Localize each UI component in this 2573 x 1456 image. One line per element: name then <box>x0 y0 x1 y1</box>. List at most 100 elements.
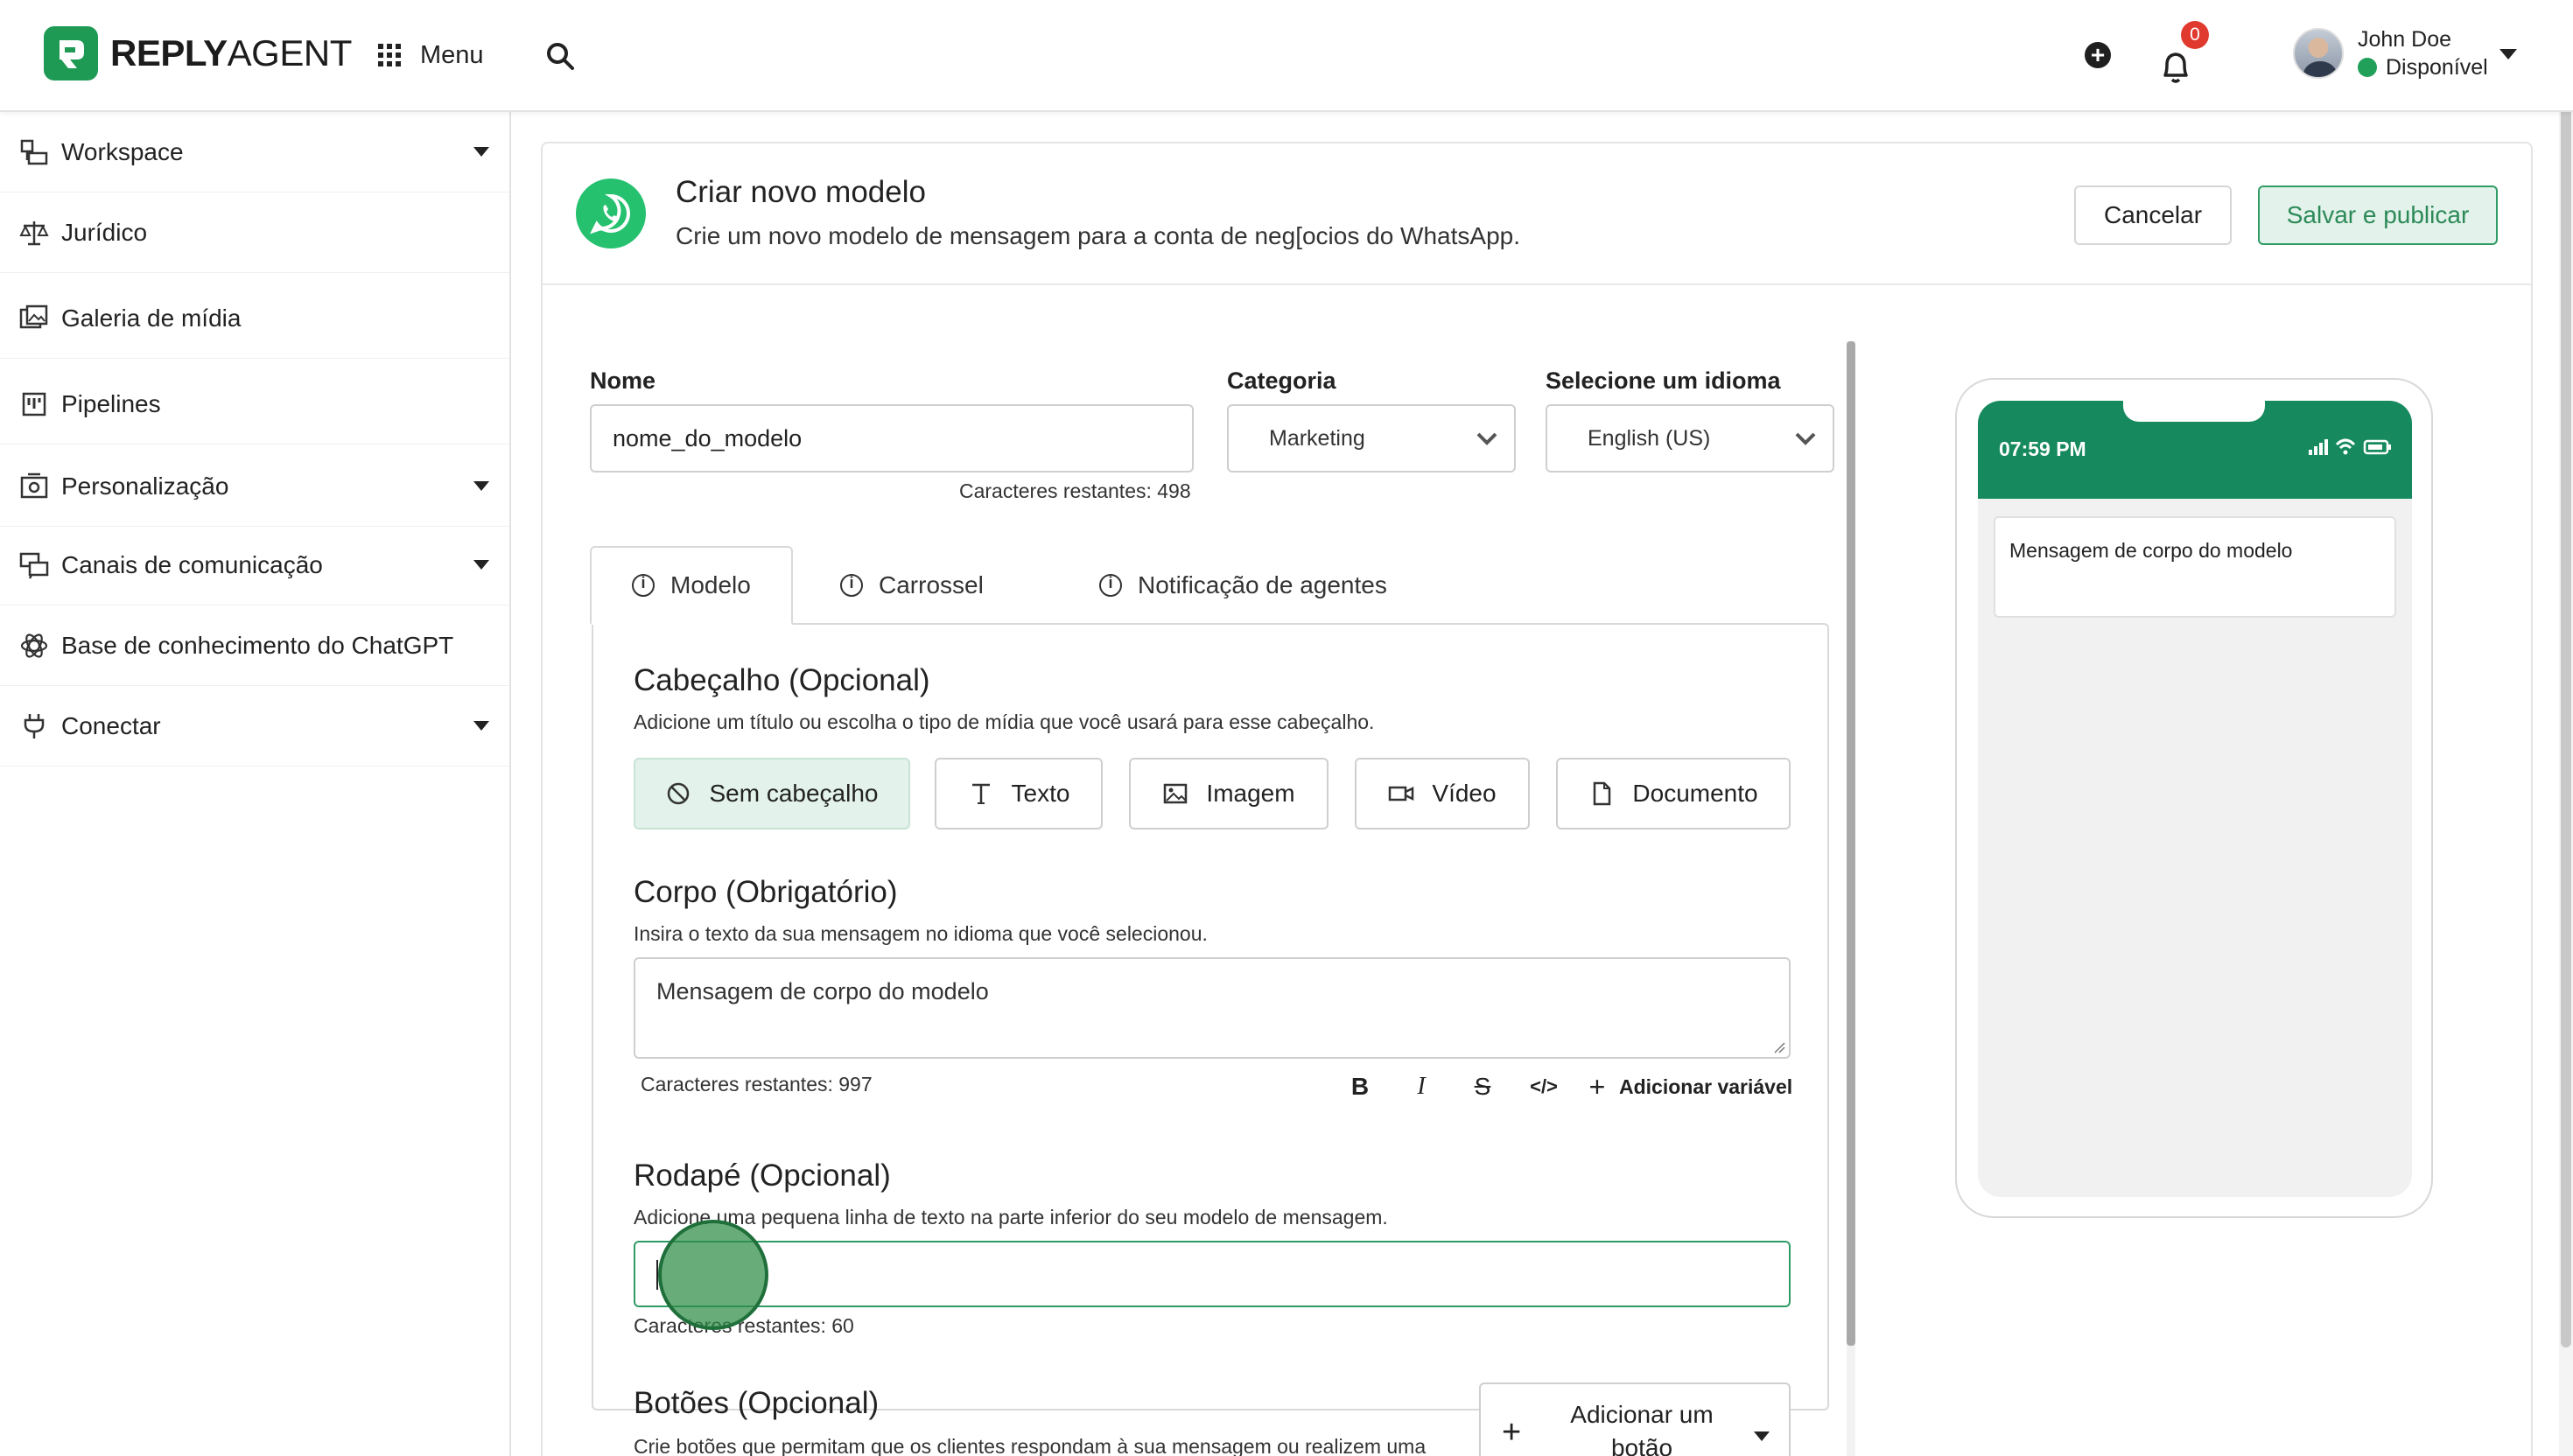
logo-text: REPLYAGENT <box>110 32 352 74</box>
name-input[interactable]: nome_do_modelo <box>590 404 1194 472</box>
sidebar-item-juridico[interactable]: Jurídico <box>0 192 509 273</box>
bell-icon[interactable] <box>2158 47 2193 86</box>
page-scrollbar[interactable] <box>2559 0 2573 1456</box>
chevron-down-icon <box>1476 432 1497 445</box>
scrollbar-thumb[interactable] <box>1847 341 1855 1346</box>
sidebar: Workspace Jurídico Galeria de mídia Pipe… <box>0 112 511 1456</box>
save-and-publish-button[interactable]: Salvar e publicar <box>2258 186 2498 245</box>
header-section-title: Cabeçalho (Opcional) <box>634 663 930 697</box>
bold-button[interactable]: B <box>1341 1069 1379 1104</box>
image-icon <box>1164 783 1188 804</box>
sidebar-item-label: Jurídico <box>61 218 148 246</box>
avatar <box>2293 28 2344 79</box>
caret-down-icon[interactable] <box>2499 49 2517 60</box>
info-icon <box>1099 574 1122 597</box>
body-section-title: Corpo (Obrigatório) <box>634 875 898 909</box>
category-select[interactable]: Marketing <box>1227 404 1516 472</box>
phone-notch <box>2123 401 2265 422</box>
sidebar-item-galeria[interactable]: Galeria de mídia <box>0 278 509 359</box>
sidebar-item-pipelines[interactable]: Pipelines <box>0 364 509 444</box>
info-icon <box>632 574 655 597</box>
form-scrollbar[interactable] <box>1847 341 1855 1456</box>
phone-preview: 07:59 PM Mensagem de corpo do modelo <box>1955 378 2433 1218</box>
sidebar-item-label: Personalização <box>61 472 229 500</box>
card-header: Criar novo modelo Crie um novo modelo de… <box>543 144 2531 285</box>
text-icon <box>971 783 990 804</box>
phone-signal-wifi-battery-icon <box>2309 438 2391 455</box>
italic-button[interactable]: I <box>1402 1069 1441 1104</box>
whatsapp-icon <box>576 178 646 248</box>
header-option-image[interactable]: Imagem <box>1129 758 1329 830</box>
body-textarea[interactable]: Mensagem de corpo do modelo <box>634 957 1791 1059</box>
customize-icon <box>19 472 49 501</box>
buttons-section-description: Crie botões que permitam que os clientes… <box>634 1435 1427 1456</box>
buttons-section-title: Botões (Opcional) <box>634 1386 880 1420</box>
sidebar-item-label: Galeria de mídia <box>61 304 242 332</box>
strikethrough-button[interactable]: S <box>1463 1069 1502 1104</box>
format-toolbar: B I S </> + Adicionar variável <box>1341 1069 1792 1104</box>
tab-carrossel[interactable]: Carrossel <box>840 546 984 625</box>
page-subtitle: Crie um novo modelo de mensagem para a c… <box>676 222 1521 249</box>
add-variable-button[interactable]: Adicionar variável <box>1619 1075 1792 1099</box>
info-icon <box>840 574 863 597</box>
notification-count-badge: 0 <box>2181 21 2209 49</box>
no-header-icon <box>668 782 690 805</box>
sidebar-item-personalizacao[interactable]: Personalização <box>0 446 509 527</box>
scale-icon <box>19 218 49 248</box>
footer-section-title: Rodapé (Opcional) <box>634 1158 891 1193</box>
body-section-description: Insira o texto da sua mensagem no idioma… <box>634 922 1208 945</box>
chat-channels-icon <box>19 550 49 580</box>
caret-down-icon <box>473 721 489 731</box>
tab-modelo[interactable]: Modelo <box>590 546 793 625</box>
body-char-counter: Caracteres restantes: 997 <box>641 1073 873 1096</box>
phone-time: 07:59 PM <box>1999 438 2086 460</box>
replyagent-logo[interactable]: REPLYAGENT <box>44 26 352 80</box>
caret-down-icon <box>473 481 489 491</box>
media-gallery-icon <box>19 304 49 333</box>
user-name: John Doe <box>2358 27 2452 52</box>
click-indicator <box>658 1220 768 1330</box>
name-char-counter: Caracteres restantes: 498 <box>959 480 1191 502</box>
plus-icon[interactable]: + <box>1584 1069 1610 1104</box>
sidebar-item-conectar[interactable]: Conectar <box>0 686 509 766</box>
header-option-none[interactable]: Sem cabeçalho <box>634 758 910 830</box>
openai-icon <box>19 631 49 661</box>
plus-icon: + <box>1502 1414 1522 1451</box>
chevron-down-icon <box>1795 432 1816 445</box>
sidebar-item-label: Canais de comunicação <box>61 550 323 578</box>
footer-input[interactable] <box>634 1241 1791 1307</box>
header-option-document[interactable]: Documento <box>1556 758 1791 830</box>
tab-notificacao-agentes[interactable]: Notificação de agentes <box>1099 546 1387 625</box>
sidebar-item-canais[interactable]: Canais de comunicação <box>0 525 509 606</box>
status-dot-icon <box>2358 58 2377 77</box>
menu-label: Menu <box>420 40 484 69</box>
user-menu[interactable]: John Doe Disponível <box>2293 26 2488 80</box>
menu-button[interactable]: Menu <box>378 35 484 75</box>
language-label: Selecione um idioma <box>1546 368 1781 394</box>
scrollbar-thumb[interactable] <box>2561 0 2571 1348</box>
add-circle-icon[interactable]: + <box>2085 42 2111 68</box>
page-title: Criar novo modelo <box>676 175 926 209</box>
resize-handle-icon[interactable] <box>1773 1041 1785 1054</box>
add-button-dropdown[interactable]: + Adicionar um botão <box>1479 1382 1791 1456</box>
grid-icon <box>378 44 401 66</box>
code-button[interactable]: </> <box>1525 1069 1563 1104</box>
sidebar-item-chatgpt[interactable]: Base de conhecimento do ChatGPT <box>0 606 509 686</box>
footer-section-description: Adicione uma pequena linha de texto na p… <box>634 1206 1388 1228</box>
top-bar: REPLYAGENT Menu + 0 John Doe Disponível <box>0 0 2573 112</box>
sidebar-item-label: Base de conhecimento do ChatGPT <box>61 631 454 659</box>
sidebar-item-label: Conectar <box>61 711 161 739</box>
sidebar-item-label: Workspace <box>61 137 184 165</box>
document-icon <box>1594 781 1611 806</box>
plug-icon <box>19 711 49 741</box>
cancel-button[interactable]: Cancelar <box>2074 186 2232 245</box>
language-select[interactable]: English (US) <box>1546 404 1834 472</box>
sidebar-item-workspace[interactable]: Workspace <box>0 112 509 192</box>
header-option-video[interactable]: Vídeo <box>1355 758 1530 830</box>
video-icon <box>1389 786 1414 802</box>
phone-status-bar: 07:59 PM <box>1978 401 2412 499</box>
sidebar-item-label: Pipelines <box>61 389 161 417</box>
search-icon[interactable] <box>543 38 578 74</box>
header-option-text[interactable]: Texto <box>935 758 1103 830</box>
user-status: Disponível <box>2358 53 2488 81</box>
